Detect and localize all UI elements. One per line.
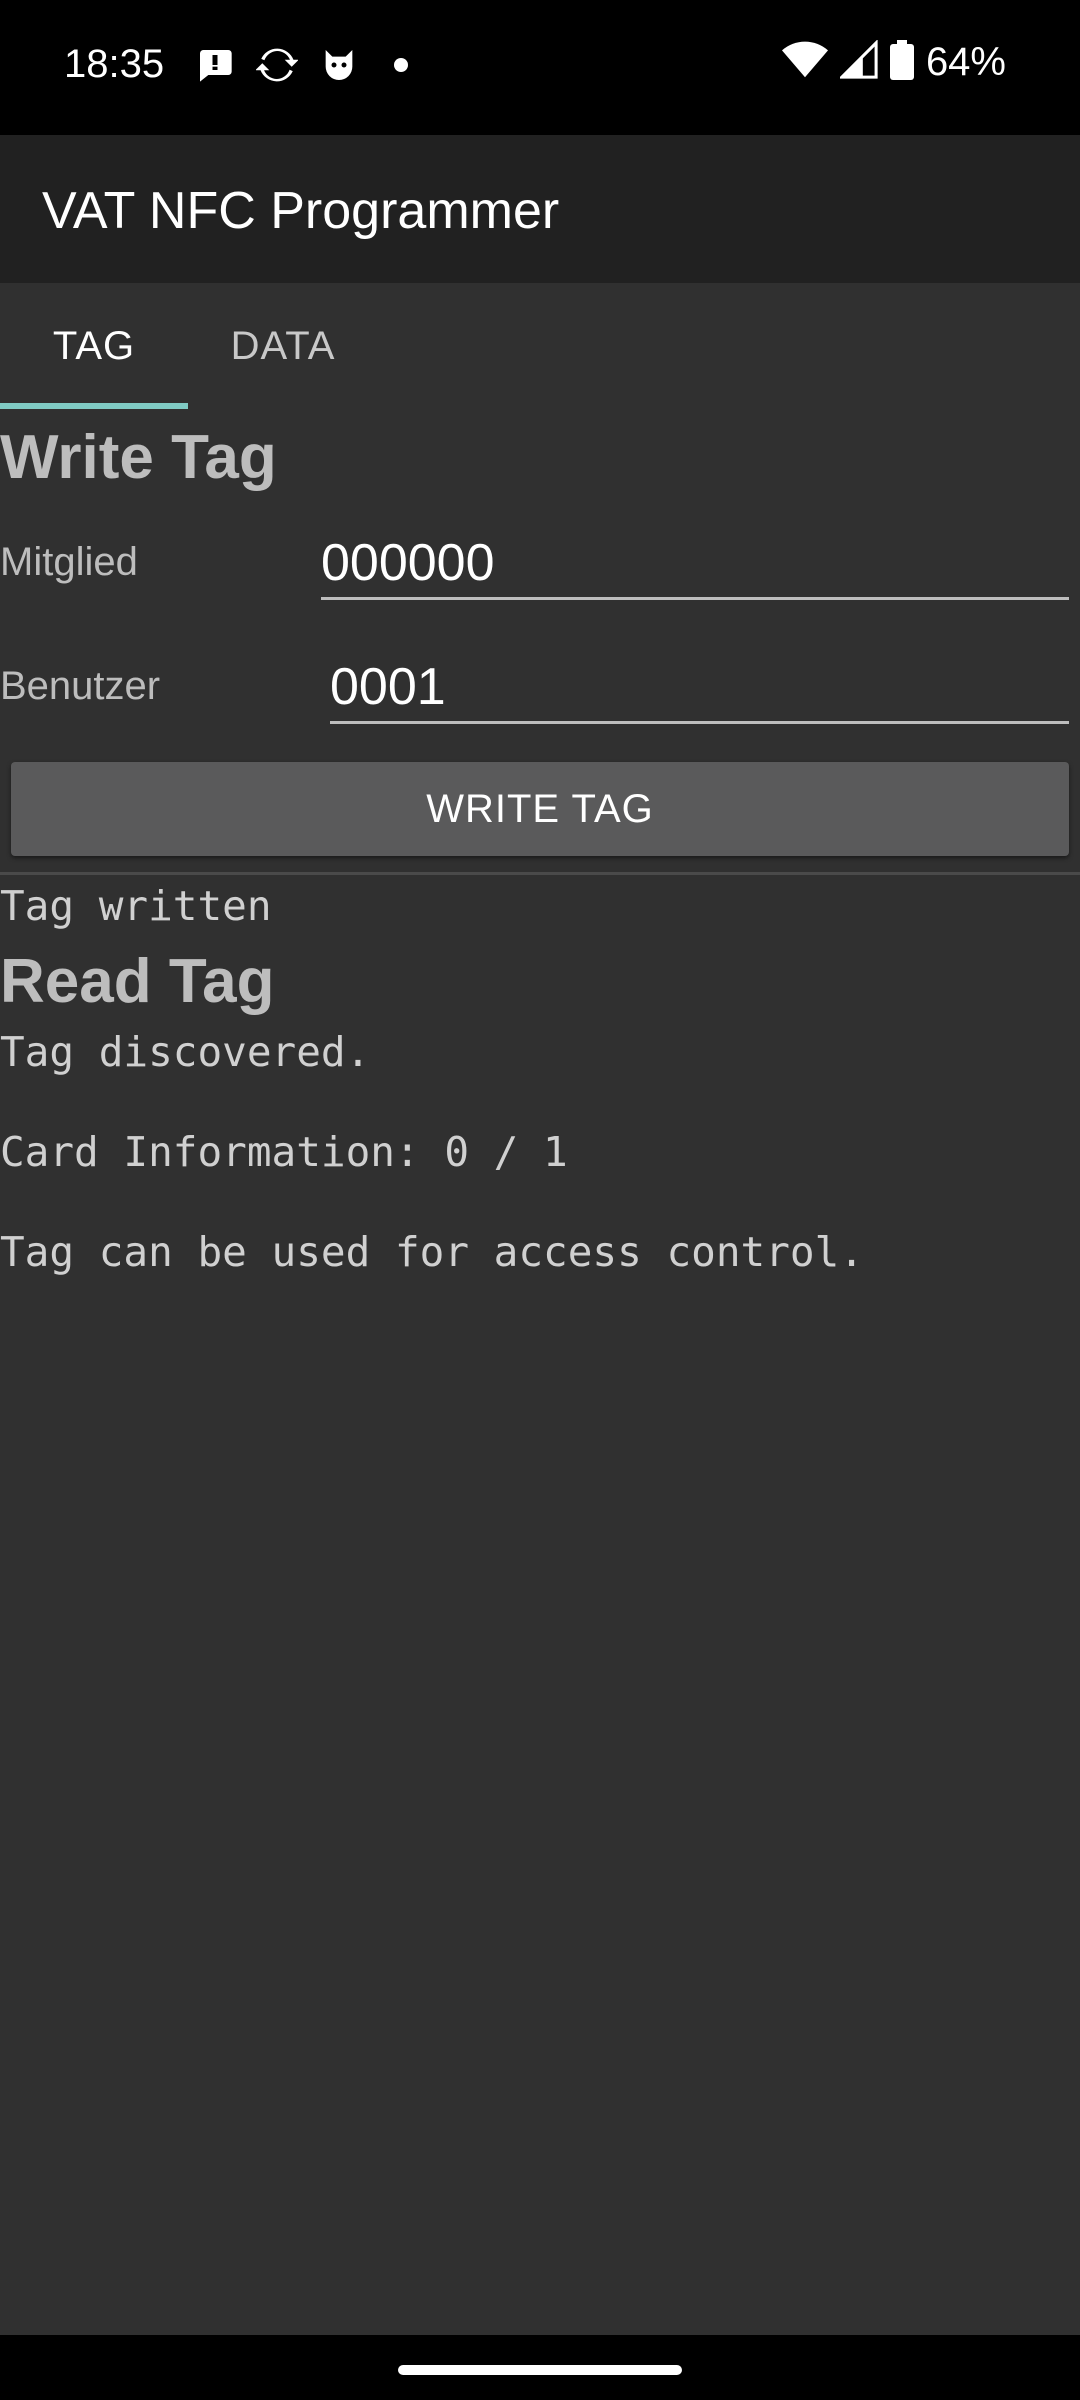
section-divider [0,872,1080,875]
member-input[interactable] [321,528,1069,600]
read-status-text: Tag discovered. [0,1028,371,1076]
chat-bubble-icon [194,44,236,86]
cat-icon [318,44,360,86]
tab-bar: TAG DATA [0,283,1080,409]
access-control-text: Tag can be used for access control. [0,1228,864,1276]
tab-data[interactable]: DATA [188,283,378,409]
user-label: Benutzer [0,664,161,708]
status-bar: 18:35 64% [0,0,1080,135]
user-input[interactable] [330,652,1069,724]
write-result-text: Tag written [0,882,272,930]
app-screen: 18:35 64% VAT NFC Programmer TAG DATA Wr… [0,0,1080,2400]
home-gesture-handle[interactable] [398,2365,682,2375]
card-information-text: Card Information: 0 / 1 [0,1128,568,1176]
wifi-icon [781,40,828,85]
tab-selected-indicator [0,403,188,409]
navigation-bar [0,2335,1080,2400]
app-title: VAT NFC Programmer [42,182,560,240]
status-right-group: 64% [781,39,1006,85]
write-tag-button[interactable]: WRITE TAG [11,762,1069,856]
write-tag-heading: Write Tag [0,423,277,492]
tab-tag[interactable]: TAG [0,283,188,409]
dot-icon [380,44,422,86]
read-tag-heading: Read Tag [0,947,275,1016]
battery-percent: 64% [925,40,1006,84]
cellular-signal-icon [838,39,878,85]
sync-icon [256,44,298,86]
app-bar: VAT NFC Programmer [0,135,1080,283]
status-time: 18:35 [64,42,165,86]
battery-icon [889,40,914,85]
member-label: Mitglied [0,540,138,584]
